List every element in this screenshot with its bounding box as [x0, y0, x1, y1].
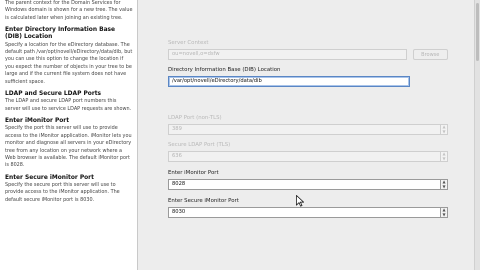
vertical-scrollbar[interactable]	[474, 0, 480, 270]
spin-down-icon[interactable]: ▼	[441, 156, 447, 162]
secure-ldap-port-label: Secure LDAP Port (TLS)	[168, 142, 231, 148]
help-section-secure-imonitor: Enter Secure iMonitor Port Specify the s…	[5, 175, 133, 204]
help-section-text: The LDAP and secure LDAP port numbers th…	[5, 98, 132, 112]
server-context-input[interactable]: ou=novell,o=dsfw	[168, 49, 407, 60]
help-section-dib: Enter Directory Information Base (DIB) L…	[5, 27, 133, 86]
spin-down-icon[interactable]: ▼	[441, 129, 447, 135]
secure-ldap-port-field: Secure LDAP Port (TLS) 636 ▲ ▼	[168, 142, 448, 162]
imonitor-port-input[interactable]: 8028	[168, 179, 441, 190]
imonitor-port-label: Enter iMonitor Port	[168, 170, 219, 176]
help-section-text: Specify a location for the eDirectory da…	[5, 41, 133, 85]
server-context-field: Server Context ou=novell,o=dsfw Browse	[168, 40, 448, 60]
mouse-cursor-icon	[296, 195, 304, 207]
browse-button[interactable]: Browse	[412, 49, 448, 60]
help-intro: The parent context for the Domain Servic…	[5, 0, 133, 22]
help-section-title: Enter iMonitor Port	[5, 118, 70, 125]
help-section-text: Specify the secure port this server will…	[5, 181, 120, 203]
imonitor-port-field: Enter iMonitor Port 8028 ▲ ▼	[168, 170, 448, 190]
secure-ldap-port-input[interactable]: 636	[168, 151, 441, 162]
ldap-port-label: LDAP Port (non-TLS)	[168, 115, 222, 121]
secure-ldap-port-spinner[interactable]: ▲ ▼	[441, 151, 448, 162]
dib-location-label: Directory Information Base (DIB) Locatio…	[168, 67, 281, 73]
scrollbar-thumb[interactable]	[476, 3, 479, 61]
secure-imonitor-port-field: Enter Secure iMonitor Port 8030 ▲ ▼	[168, 198, 448, 218]
help-section-title: LDAP and Secure LDAP Ports	[5, 91, 102, 98]
help-section-ldap: LDAP and Secure LDAP Ports The LDAP and …	[5, 91, 133, 113]
dib-location-field: Directory Information Base (DIB) Locatio…	[168, 67, 448, 87]
spin-down-icon[interactable]: ▼	[441, 212, 447, 218]
ldap-port-field: LDAP Port (non-TLS) 389 ▲ ▼	[168, 115, 448, 135]
secure-imonitor-port-input[interactable]: 8030	[168, 207, 441, 218]
secure-imonitor-port-label: Enter Secure iMonitor Port	[168, 198, 239, 204]
dib-location-input[interactable]: /var/opt/novell/eDirectory/data/dib	[168, 76, 410, 87]
help-section-title: Enter Directory Information Base (DIB) L…	[5, 27, 116, 41]
server-context-label: Server Context	[168, 40, 209, 46]
ldap-port-spinner[interactable]: ▲ ▼	[441, 124, 448, 135]
secure-imonitor-port-spinner[interactable]: ▲ ▼	[441, 207, 448, 218]
help-intro-text: The parent context for the Domain Servic…	[5, 0, 133, 21]
spin-down-icon[interactable]: ▼	[441, 184, 447, 190]
configuration-form: Server Context ou=novell,o=dsfw Browse D…	[168, 0, 448, 270]
imonitor-port-spinner[interactable]: ▲ ▼	[441, 179, 448, 190]
ldap-port-input[interactable]: 389	[168, 124, 441, 135]
help-section-title: Enter Secure iMonitor Port	[5, 174, 94, 181]
help-panel: The parent context for the Domain Servic…	[0, 0, 138, 270]
help-section-imonitor: Enter iMonitor Port Specify the port thi…	[5, 118, 133, 170]
help-section-text: Specify the port this server will use to…	[5, 125, 132, 169]
